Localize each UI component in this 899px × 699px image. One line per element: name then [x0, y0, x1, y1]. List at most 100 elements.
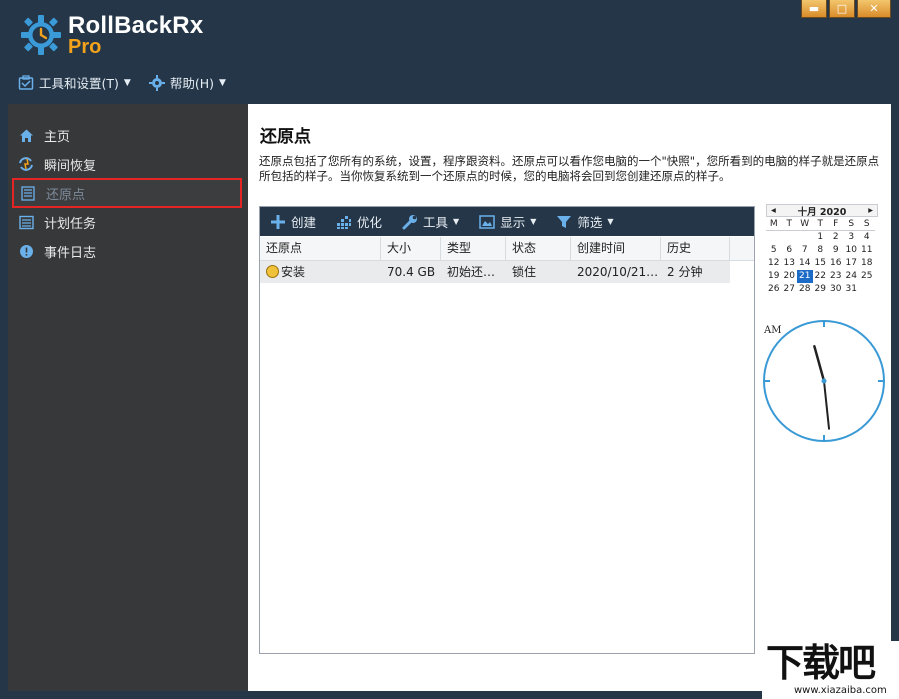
calendar-next-button[interactable]: ▸ [868, 205, 873, 216]
display-dropdown-label: 显示 [500, 212, 525, 231]
table-header: 还原点 大小 类型 状态 创建时间 历史 [260, 237, 754, 261]
calendar-day[interactable]: 28 [797, 283, 813, 296]
calendar-day[interactable]: 4 [859, 231, 875, 244]
sidebar-item-restore-points[interactable]: 还原点 [12, 178, 242, 208]
logo-edition: Pro [68, 36, 101, 59]
toolbox-icon [18, 75, 34, 91]
menu-tools-settings[interactable]: 工具和设置(T) ▼ [18, 73, 131, 92]
calendar-day[interactable]: 30 [828, 283, 844, 296]
column-header-history[interactable]: 历史 [661, 237, 730, 260]
calendar-day[interactable]: 7 [797, 244, 813, 257]
calendar-day[interactable]: 19 [766, 270, 782, 283]
calendar-day[interactable]: 25 [859, 270, 875, 283]
chevron-down-icon: ▼ [607, 217, 613, 226]
table-cell-type: 初始还… [441, 261, 506, 283]
calendar-day[interactable]: 8 [813, 244, 829, 257]
create-button-label: 创建 [291, 212, 316, 231]
calendar-day[interactable]: 6 [782, 244, 798, 257]
calendar-day[interactable]: 11 [859, 244, 875, 257]
clock-hour-hand [814, 346, 824, 381]
page-description: 还原点包括了您所有的系统，设置，程序跟资料。还原点可以看作您电脑的一个"快照"，… [259, 154, 885, 183]
menu-help[interactable]: 帮助(H) ▼ [149, 73, 226, 92]
locked-snapshot-icon [266, 265, 279, 278]
sidebar-item-label: 瞬间恢复 [44, 155, 96, 174]
calendar-day[interactable]: 17 [844, 257, 860, 270]
calendar-grid: MTWTFSS123456789101112131415161718192021… [766, 218, 878, 296]
calendar-day[interactable]: 10 [844, 244, 860, 257]
sidebar-item-instant-restore[interactable]: 瞬间恢复 [12, 151, 242, 177]
column-header-type[interactable]: 类型 [441, 237, 506, 260]
menu-bar: 工具和设置(T) ▼ 帮助(H) ▼ [18, 73, 226, 92]
sidebar-item-event-log[interactable]: 事件日志 [12, 238, 242, 264]
sidebar-item-home[interactable]: 主页 [12, 122, 242, 148]
calendar-day[interactable]: 29 [813, 283, 829, 296]
calendar-empty-cell [782, 231, 798, 244]
column-header-status[interactable]: 状态 [506, 237, 571, 260]
calendar-day[interactable]: 2 [828, 231, 844, 244]
tools-dropdown[interactable]: 工具 ▼ [402, 212, 459, 231]
table-cell-created: 2020/10/21… [571, 261, 661, 283]
calendar-day[interactable]: 22 [813, 270, 829, 283]
restore-point-name: 安装 [281, 265, 305, 279]
calendar-day[interactable]: 26 [766, 283, 782, 296]
calendar-day[interactable]: 15 [813, 257, 829, 270]
optimize-button[interactable]: 优化 [336, 212, 382, 231]
calendar-day[interactable]: 3 [844, 231, 860, 244]
create-button[interactable]: 创建 [270, 212, 316, 231]
calendar-day[interactable]: 20 [782, 270, 798, 283]
calendar-weekday: T [813, 218, 829, 231]
app-logo: RollBackRx Pro [20, 12, 220, 62]
table-row[interactable]: 安装 70.4 GB 初始还… 锁住 2020/10/21… 2 分钟 [260, 261, 730, 283]
calendar-day[interactable]: 31 [844, 283, 860, 296]
calendar-day[interactable]: 5 [766, 244, 782, 257]
calendar-header: ◂ 十月 2020 ▸ [766, 204, 878, 217]
calendar: ◂ 十月 2020 ▸ MTWTFSS123456789101112131415… [766, 204, 878, 296]
schedule-icon [18, 214, 34, 230]
sidebar-item-label: 还原点 [46, 184, 85, 203]
calendar-day[interactable]: 23 [828, 270, 844, 283]
filter-icon [556, 214, 572, 230]
chevron-down-icon: ▼ [124, 78, 131, 88]
calendar-day[interactable]: 21 [797, 270, 813, 283]
display-dropdown[interactable]: 显示 ▼ [479, 212, 536, 231]
calendar-day[interactable]: 9 [828, 244, 844, 257]
maximize-button[interactable]: □ [829, 0, 855, 18]
calendar-day[interactable]: 14 [797, 257, 813, 270]
column-header-created[interactable]: 创建时间 [571, 237, 661, 260]
analog-clock [762, 319, 886, 443]
table-cell-history: 2 分钟 [661, 261, 730, 283]
chevron-down-icon: ▼ [453, 217, 459, 226]
clock-minute-hand [824, 381, 829, 429]
filter-dropdown[interactable]: 筛选 ▼ [556, 212, 613, 231]
calendar-day[interactable]: 12 [766, 257, 782, 270]
calendar-day[interactable]: 18 [859, 257, 875, 270]
restore-points-table: 还原点 大小 类型 状态 创建时间 历史 安装 70.4 GB 初始还… 锁住 … [260, 237, 754, 283]
calendar-empty-cell [859, 283, 875, 296]
calendar-day[interactable]: 27 [782, 283, 798, 296]
calendar-weekday: T [782, 218, 798, 231]
app-header: RollBackRx Pro ▬ □ ✕ 工具和设置(T) ▼ [0, 0, 899, 104]
minimize-button[interactable]: ▬ [801, 0, 827, 18]
calendar-day[interactable]: 16 [828, 257, 844, 270]
alert-icon [18, 243, 34, 259]
menu-tools-settings-label: 工具和设置(T) [39, 73, 119, 92]
restore-points-panel: 创建 优化 工具 ▼ 显示 ▼ 筛选 ▼ [259, 206, 755, 654]
sidebar-item-label: 主页 [44, 126, 70, 145]
chevron-down-icon: ▼ [530, 217, 536, 226]
close-button[interactable]: ✕ [857, 0, 891, 18]
sidebar-item-schedule[interactable]: 计划任务 [12, 209, 242, 235]
calendar-day[interactable]: 13 [782, 257, 798, 270]
calendar-weekday: S [844, 218, 860, 231]
menu-help-label: 帮助(H) [170, 73, 214, 92]
watermark: 下载吧 www.xiazaiba.com [762, 641, 899, 699]
calendar-empty-cell [766, 231, 782, 244]
optimize-button-label: 优化 [357, 212, 382, 231]
column-header-name[interactable]: 还原点 [260, 237, 381, 260]
calendar-weekday: W [797, 218, 813, 231]
filter-dropdown-label: 筛选 [577, 212, 602, 231]
calendar-day[interactable]: 24 [844, 270, 860, 283]
calendar-day[interactable]: 1 [813, 231, 829, 244]
calendar-prev-button[interactable]: ◂ [771, 205, 776, 216]
column-header-size[interactable]: 大小 [381, 237, 441, 260]
calendar-month-label: 十月 2020 [798, 204, 847, 218]
